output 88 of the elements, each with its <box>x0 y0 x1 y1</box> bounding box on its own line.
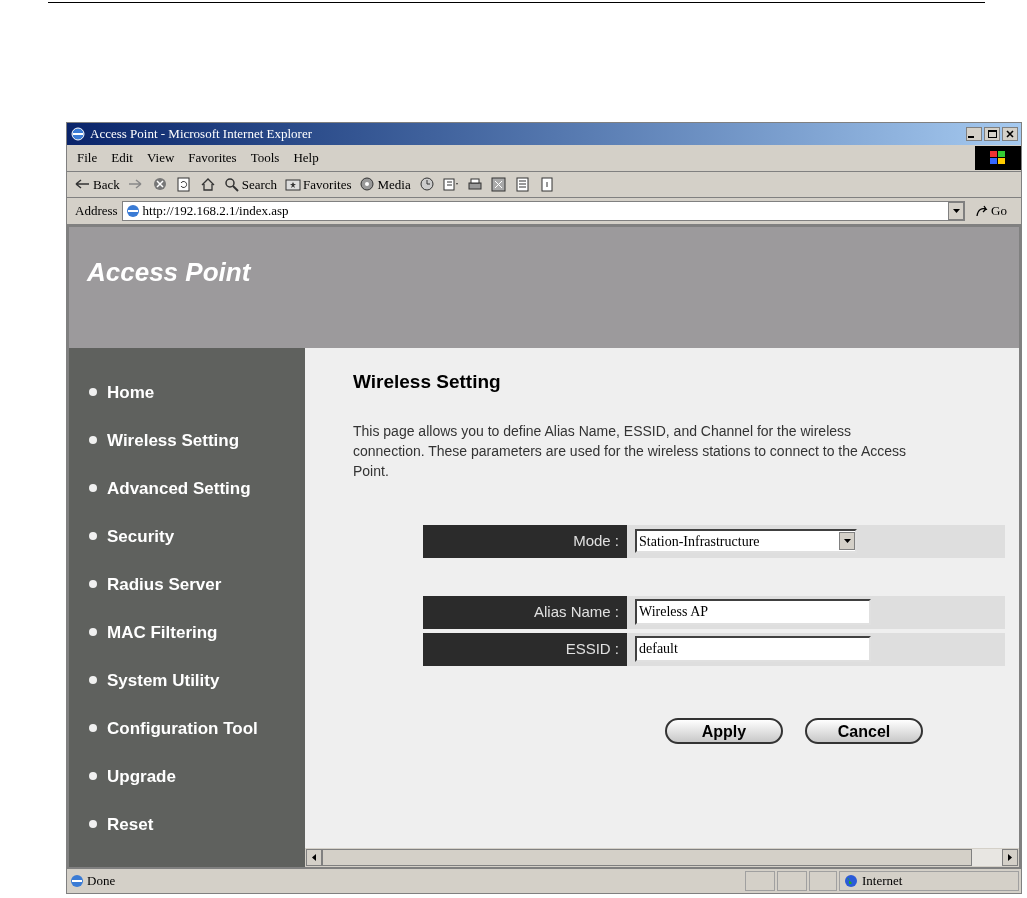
bullet-icon <box>89 676 97 685</box>
scroll-left-icon[interactable] <box>306 849 322 866</box>
scrollbar-thumb[interactable] <box>322 849 972 866</box>
page-title: Wireless Setting <box>353 370 502 395</box>
stop-button[interactable] <box>151 177 168 192</box>
status-panel <box>745 871 775 891</box>
bullet-icon <box>89 532 97 541</box>
browser-icon <box>70 126 86 142</box>
close-button[interactable] <box>1002 127 1018 141</box>
address-field[interactable]: http://192.168.2.1/index.asp <box>121 201 966 221</box>
close-icon <box>1006 130 1014 138</box>
maximize-icon <box>987 130 997 138</box>
page-icon <box>69 873 85 889</box>
bullet-icon <box>89 580 97 589</box>
search-icon <box>223 177 240 192</box>
status-panel <box>777 871 807 891</box>
menu-item[interactable]: File <box>77 148 98 168</box>
media-button[interactable]: Media <box>359 174 411 195</box>
document-icon <box>514 177 531 192</box>
status-text: Done <box>87 872 117 891</box>
header-title: Access Point <box>87 257 251 287</box>
bullet-icon <box>89 628 97 637</box>
back-arrow-button[interactable]: Back <box>75 174 120 195</box>
mail-button[interactable] <box>442 177 459 192</box>
field-label: ESSID : <box>423 632 627 666</box>
description-text: This page allows you to define Alias Name, ESSID, and Channel for the wireless connection. These parameters are used for the wireless stations to connect to the Access Point. <box>353 421 908 481</box>
sidebar-item[interactable]: Configuration Tool <box>69 704 305 753</box>
mail-icon <box>442 177 459 192</box>
security-zone-text: Internet <box>862 872 903 891</box>
bullet-icon <box>89 388 97 397</box>
address-label: Address <box>75 202 118 221</box>
search-button[interactable]: Search <box>223 174 278 195</box>
bullet-icon <box>89 772 97 781</box>
menu-item[interactable]: View <box>146 148 175 168</box>
media-icon <box>359 177 376 192</box>
bullet-icon <box>89 436 97 445</box>
edit-button[interactable] <box>490 177 507 192</box>
menu-item[interactable]: Edit <box>111 148 133 168</box>
globe-icon <box>844 874 858 888</box>
page-icon <box>124 203 141 219</box>
curved-arrow-icon <box>975 204 990 218</box>
refresh-button[interactable] <box>175 177 192 192</box>
mode-dropdown[interactable]: Station-Infrastructure <box>635 529 857 554</box>
sidebar-item[interactable]: MAC Filtering <box>69 608 305 657</box>
text-input-field[interactable]: Wireless AP <box>635 599 871 626</box>
stop-icon <box>151 177 168 192</box>
text-input-field[interactable]: default <box>635 636 871 663</box>
action-button[interactable]: Cancel <box>805 717 923 744</box>
horizontal-scrollbar[interactable] <box>305 848 1019 867</box>
sidebar-item[interactable]: Wireless Setting <box>69 416 305 465</box>
star-folder-button[interactable]: Favorites <box>285 174 352 195</box>
window-title: Access Point - Microsoft Internet Explorer <box>90 125 313 144</box>
forward-arrow-icon <box>127 177 144 192</box>
bullet-icon <box>89 820 97 829</box>
edit-icon <box>490 177 507 192</box>
go-button[interactable]: Go <box>969 201 1013 221</box>
back-arrow-icon <box>75 177 91 192</box>
star-folder-icon <box>285 177 302 192</box>
printer-icon <box>466 177 483 192</box>
sidebar-item[interactable]: Upgrade <box>69 752 305 801</box>
home-button[interactable] <box>199 177 216 192</box>
sidebar-item[interactable]: Security <box>69 512 305 561</box>
action-button[interactable]: Apply <box>665 717 783 744</box>
sidebar-item[interactable]: System Utility <box>69 656 305 705</box>
field-label: Mode : <box>423 524 627 558</box>
document-button[interactable] <box>514 177 531 192</box>
menu-item[interactable]: Tools <box>250 148 280 168</box>
menu-item[interactable]: Help <box>293 148 319 168</box>
page-icon <box>538 177 555 192</box>
maximize-button[interactable] <box>984 127 1000 141</box>
printer-button[interactable] <box>466 177 483 192</box>
history-icon <box>418 177 435 192</box>
history-button[interactable] <box>418 177 435 192</box>
status-panel <box>809 871 837 891</box>
bullet-icon <box>89 724 97 733</box>
field-label: Alias Name : <box>423 595 627 629</box>
bullet-icon <box>89 484 97 493</box>
refresh-icon <box>175 177 192 192</box>
menu-item[interactable]: Favorites <box>188 148 237 168</box>
sidebar-item[interactable]: Advanced Setting <box>69 464 305 513</box>
minimize-button[interactable] <box>966 127 982 141</box>
home-icon <box>199 177 216 192</box>
windows-logo-icon <box>975 146 1021 170</box>
sidebar-item[interactable]: Home <box>69 368 305 417</box>
scroll-right-icon[interactable] <box>1002 849 1018 866</box>
page-button[interactable] <box>538 177 555 192</box>
sidebar-item[interactable]: Radius Server <box>69 560 305 609</box>
sidebar-item[interactable]: Reset <box>69 800 305 849</box>
